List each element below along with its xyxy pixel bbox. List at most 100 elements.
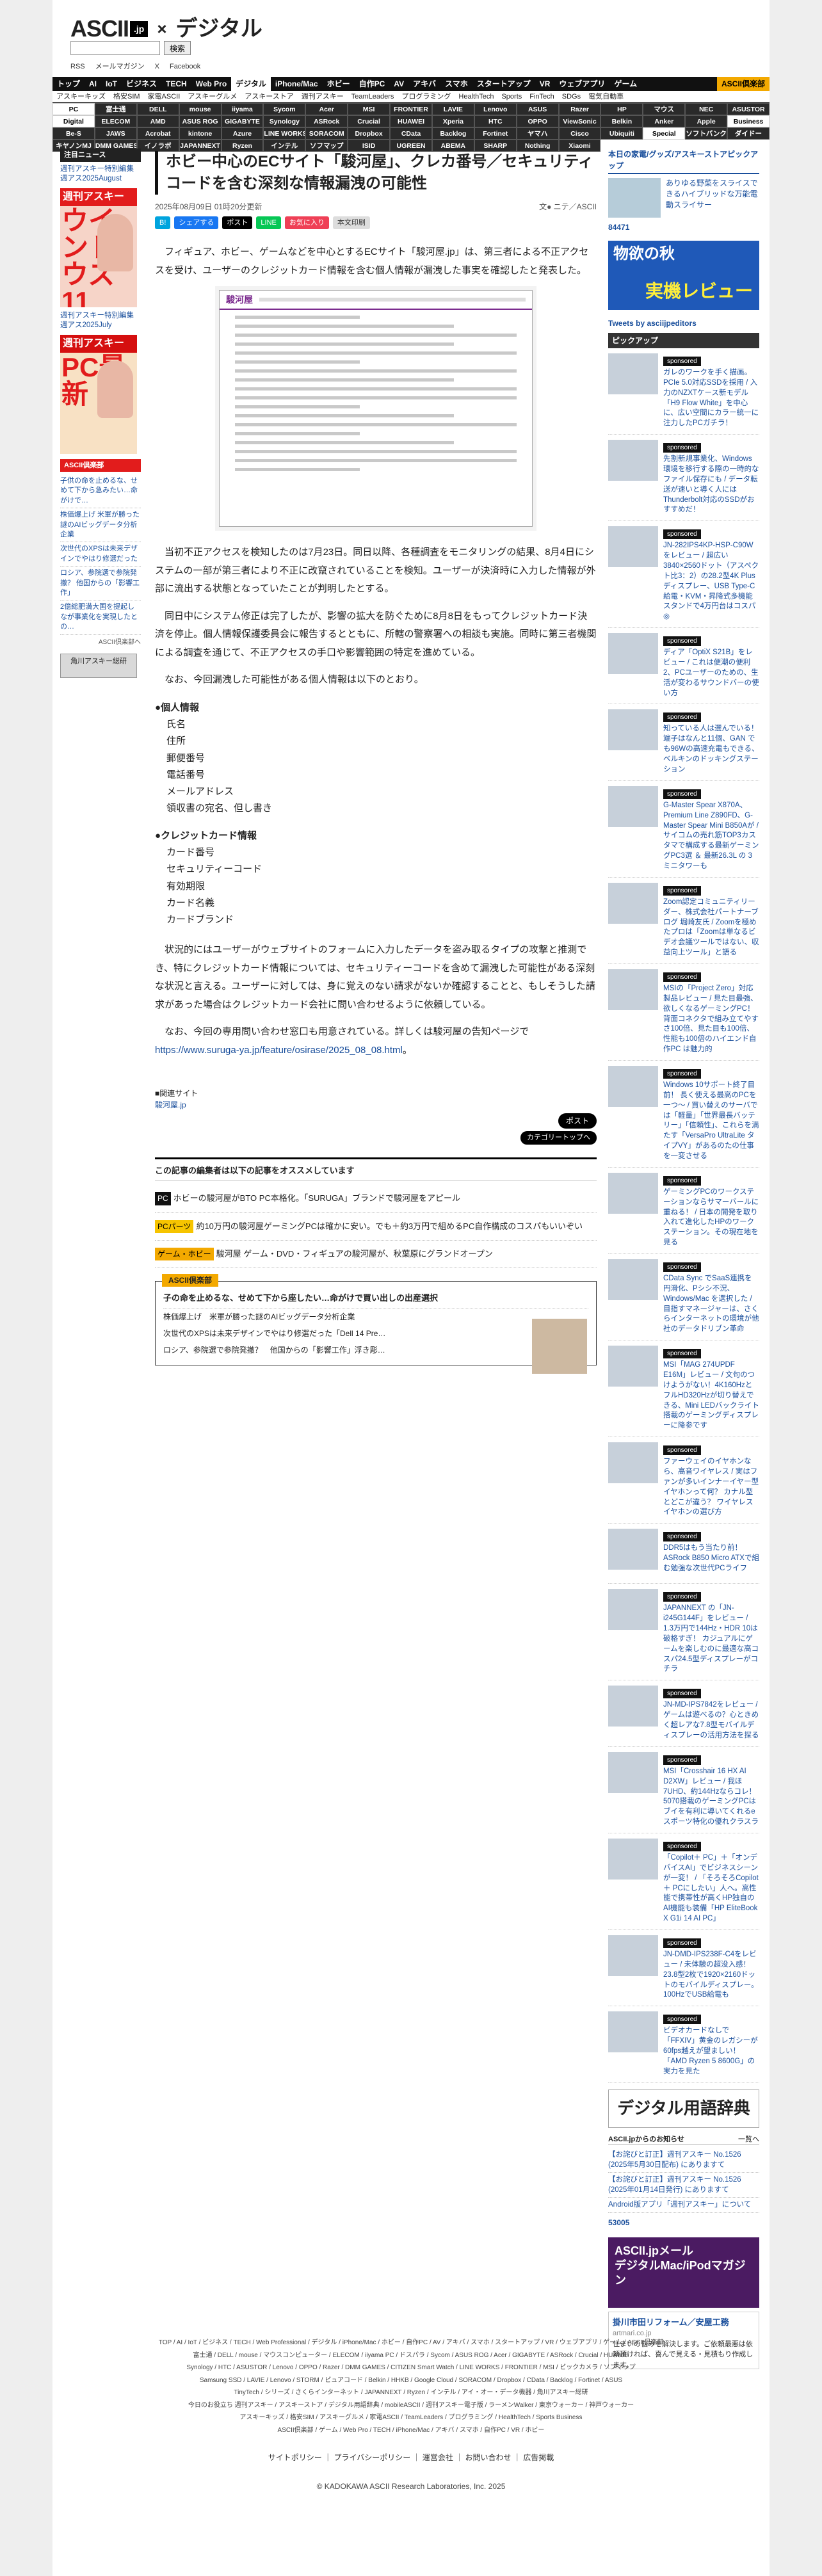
nav-item[interactable]: トップ [52, 77, 85, 91]
brand-link[interactable]: Dropbox [348, 127, 391, 140]
brand-link[interactable]: Business [727, 115, 770, 127]
pickup-item[interactable]: sponsored ファーウェイのイヤホンなら、高音ワイヤレス / 実はファンが多… [608, 1437, 759, 1524]
nav-item[interactable]: スマホ [440, 77, 472, 91]
left-club-more[interactable]: ASCII倶楽部へ [60, 635, 141, 650]
recommend-item[interactable]: PCパーツ 約10万円の駿河屋ゲーミングPCは確かに安い。でも＋約3万円で組めるP… [155, 1213, 597, 1241]
brand-link[interactable]: Azure [221, 127, 264, 140]
news-more-link[interactable]: 一覧へ [738, 2134, 759, 2145]
brand-link[interactable]: Apple [685, 115, 728, 127]
brand-link[interactable]: iiyama [221, 103, 264, 115]
subnav-item[interactable]: 週刊アスキー [298, 91, 348, 102]
brand-link[interactable]: ソフトバンク [685, 127, 728, 140]
brand-link[interactable]: mouse [179, 103, 222, 115]
pickup-item[interactable]: sponsored DDR5はもう当たり前！ ASRock B850 Micro … [608, 1524, 759, 1584]
pickup-item[interactable]: sponsored JAPANNEXT の「JN-i245G144F」をレビュー … [608, 1584, 759, 1681]
rss-link[interactable]: RSS [70, 61, 85, 72]
magazine-cover-2[interactable]: 週刊アスキー PC最新 [60, 334, 137, 454]
brand-link[interactable]: ヤマハ [516, 127, 559, 140]
brand-link[interactable]: ASUS [516, 103, 559, 115]
left-banner[interactable]: 角川アスキー総研 [60, 653, 137, 678]
brand-link[interactable]: AMD [136, 115, 179, 127]
notice-url-link[interactable]: https://www.suruga-ya.jp/feature/osirase… [155, 1045, 403, 1056]
nav-item[interactable]: 自作PC [355, 77, 390, 91]
brand-link[interactable]: kintone [179, 127, 222, 140]
club-link[interactable]: 次世代のXPSは未来デザインでやはり修選だった「Dell 14 Pre… [163, 1325, 458, 1342]
footer-line[interactable]: 富士通 / DELL / mouse / マウスコンピューター / ELECOM… [129, 2349, 693, 2362]
pickup-item[interactable]: sponsored ディア「OptiX S21B」をレビュー / これは便潮の便利… [608, 628, 759, 705]
pickup-item[interactable]: sponsored JN-MD-IPS7842をレビュー / ゲームは遊べるの？心… [608, 1680, 759, 1747]
brand-link[interactable]: ダイドー [727, 127, 770, 140]
brand-link[interactable]: Digital [52, 115, 95, 127]
nav-item[interactable]: VR [535, 77, 555, 91]
pickup-item[interactable]: sponsored JN-282IPS4KP-HSP-C90Wをレビュー / 超広… [608, 521, 759, 629]
brand-link[interactable]: Razer [558, 103, 601, 115]
pickup-item[interactable]: sponsored Windows 10サポート終了目前！ 長く使える最高のPCを… [608, 1061, 759, 1168]
brand-link[interactable]: Acrobat [136, 127, 179, 140]
brand-link[interactable]: Backlog [431, 127, 474, 140]
brand-link[interactable]: DELL [136, 103, 179, 115]
left-link-1[interactable]: 週刊アスキー特別編集 週アス2025August [60, 165, 141, 184]
subnav-item[interactable]: アスキーグルメ [184, 91, 241, 102]
store-pickup-item[interactable]: ありゆる野菜をスライスできるハイブリッドな万能電動スライサー [608, 178, 759, 218]
brand-link[interactable]: ASUS ROG [179, 115, 222, 127]
news-link[interactable]: Android版アプリ「週刊アスキー」について [608, 2198, 759, 2213]
left-club-link[interactable]: 株価爆上げ 米軍が勝った謎のAIビッグデータ分析企業 [60, 508, 141, 543]
mail-magazine-banner[interactable]: ASCII.jpメール デジタルMac/iPodマガジン [608, 2237, 759, 2308]
club-link[interactable]: ロシア、参院選で参院発撤？ 他国からの「影響工作」浮き彫… [163, 1342, 458, 1358]
brand-link[interactable]: ELECOM [94, 115, 137, 127]
footer-line[interactable]: 今日のお役立ち 週刊アスキー / アスキーストア / デジタル用語辞典 / mo… [129, 2399, 693, 2412]
footer-line[interactable]: TOP / AI / IoT / ビジネス / TECH / Web Profe… [129, 2337, 693, 2349]
brand-link[interactable]: Fortinet [474, 127, 517, 140]
brand-link[interactable]: JAWS [94, 127, 137, 140]
line-share-button[interactable]: LINE [256, 216, 281, 230]
brand-link[interactable]: CData [390, 127, 432, 140]
hatena-button[interactable]: B! [155, 216, 171, 230]
left-club-link[interactable]: ロシア、参院選で参院発撤？ 他国からの「影響工作」 [60, 567, 141, 601]
brand-link[interactable]: LAVIE [431, 103, 474, 115]
recommend-item[interactable]: ゲーム・ホビー 駿河屋 ゲーム・DVD・フィギュアの駿河屋が、秋葉原にグランドオー… [155, 1241, 597, 1268]
brand-link[interactable]: GIGABYTE [221, 115, 264, 127]
nav-item[interactable]: アキバ [408, 77, 440, 91]
pickup-item[interactable]: sponsored G-Master Spear X870A、Premium Li… [608, 781, 759, 878]
magazine-cover-1[interactable]: 週刊アスキー ウインドウズ11 [60, 188, 137, 307]
subnav-item[interactable]: プログラミング [398, 91, 455, 102]
brand-link[interactable]: Xperia [431, 115, 474, 127]
facebook-link[interactable]: Facebook [170, 61, 200, 72]
brand-link[interactable]: ViewSonic [558, 115, 601, 127]
pickup-item[interactable]: sponsored Zoom認定コミュニティリーダー、株式会社パートナーブログ 堀… [608, 878, 759, 964]
nav-item[interactable]: iPhone/Mac [271, 77, 323, 91]
news-link[interactable]: 【お詫びと訂正】週刊アスキー No.1526 (2025年5月30日配布) にあ… [608, 2148, 759, 2173]
nav-item[interactable]: ビジネス [122, 77, 161, 91]
brand-link[interactable]: HP [600, 103, 643, 115]
pickup-item[interactable]: sponsored 知っている人は選んでいる！ 端子はなんと11個、GAN でも9… [608, 704, 759, 781]
brand-link[interactable]: Special [643, 127, 686, 140]
brand-link[interactable]: OPPO [516, 115, 559, 127]
footer-line[interactable]: ASCII倶楽部 / ゲーム / Web Pro / TECH / iPhone… [129, 2424, 693, 2437]
dictionary-banner[interactable]: デジタル用語辞典 [608, 2089, 759, 2128]
brand-link[interactable]: Sycom [263, 103, 306, 115]
nav-item[interactable]: AV [389, 77, 408, 91]
brand-link[interactable]: PC [52, 103, 95, 115]
brand-link[interactable]: ASRock [305, 115, 348, 127]
brand-link[interactable]: マウス [643, 103, 686, 115]
nav-item[interactable]: ゲーム [609, 77, 641, 91]
pickup-item[interactable]: sponsored ゲーミングPCのワークステーションならサマーバールに重ねる！ … [608, 1168, 759, 1254]
brand-link[interactable]: SORACOM [305, 127, 348, 140]
nav-item[interactable]: TECH [161, 77, 191, 91]
nav-item[interactable]: ホビー [323, 77, 355, 91]
search-button[interactable]: 検索 [164, 41, 191, 55]
subnav-item[interactable]: アスキーキッズ [52, 91, 109, 102]
article-figure[interactable]: 駿河屋 [219, 290, 533, 527]
footer-policy-links[interactable]: サイトポリシー ｜ プライバシーポリシー ｜ 運営会社 ｜ お問い合わせ ｜ 広… [129, 2451, 693, 2465]
nav-item[interactable]: ウェブアプリ [554, 77, 609, 91]
facebook-share-button[interactable]: シェアする [174, 216, 219, 230]
subnav-item[interactable]: アスキーストア [241, 91, 297, 102]
left-club-link[interactable]: 次世代のXPSは未来デザインでやはり修選だった [60, 542, 141, 567]
brand-link[interactable]: Crucial [348, 115, 391, 127]
category-top-button[interactable]: カテゴリートップへ [520, 1131, 597, 1145]
left-link-2[interactable]: 週刊アスキー特別編集 週アス2025July [60, 311, 141, 331]
nav-item[interactable]: AI [85, 77, 101, 91]
brand-link[interactable]: Be-S [52, 127, 95, 140]
review-banner[interactable]: 物欲の秋 実機レビュー [608, 241, 759, 310]
brand-link[interactable]: Anker [643, 115, 686, 127]
